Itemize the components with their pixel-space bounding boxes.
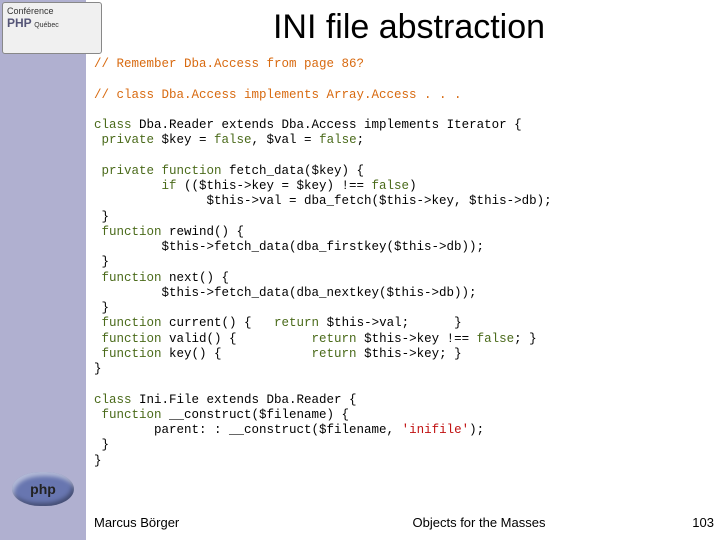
code-keyword: false [372, 179, 410, 193]
code-text: ) [409, 179, 417, 193]
conference-logo-top: Conférence [7, 6, 54, 16]
code-text: next() { [169, 271, 229, 285]
php-logo-text: php [30, 481, 56, 497]
code-text: ); [469, 423, 484, 437]
code-comment: // class Dba.Access implements Array.Acc… [94, 88, 462, 102]
code-text: } [94, 210, 714, 225]
code-keyword: false [477, 332, 515, 346]
code-block: // Remember Dba.Access from page 86? // … [94, 57, 714, 469]
conference-logo-region: Québec [34, 22, 59, 29]
code-text: __construct($filename) { [169, 408, 349, 422]
slide-content: INI file abstraction // Remember Dba.Acc… [94, 0, 714, 469]
code-text: Dba.Reader extends Dba.Access implements… [139, 118, 522, 132]
code-text: ; } [514, 332, 537, 346]
code-text: rewind() { [169, 225, 244, 239]
code-keyword: private [94, 133, 162, 147]
code-keyword: function [94, 347, 169, 361]
code-keyword: private function [94, 164, 229, 178]
code-keyword: function [94, 225, 169, 239]
code-text: $this->val; } [327, 316, 462, 330]
code-keyword: return [312, 332, 365, 346]
code-keyword: return [274, 316, 327, 330]
code-string: 'inifile' [402, 423, 470, 437]
code-keyword: class [94, 118, 139, 132]
code-comment: // Remember Dba.Access from page 86? [94, 57, 364, 71]
code-text: current() { [169, 316, 274, 330]
footer-author: Marcus Börger [94, 515, 304, 530]
code-keyword: false [214, 133, 252, 147]
code-keyword: function [94, 332, 169, 346]
code-text: $this->key; } [364, 347, 462, 361]
code-keyword: false [319, 133, 357, 147]
code-keyword: function [94, 271, 169, 285]
code-text: $this->key !== [364, 332, 477, 346]
code-text: } [94, 438, 714, 453]
footer-title: Objects for the Masses [304, 515, 654, 530]
code-text: (($this->key = $key) !== [184, 179, 372, 193]
code-text: ; [357, 133, 365, 147]
code-text: key() { [169, 347, 312, 361]
conference-logo-main: PHP [7, 16, 32, 30]
code-keyword: return [312, 347, 365, 361]
slide-footer: Marcus Börger Objects for the Masses 103 [94, 515, 714, 530]
php-logo: php [12, 472, 74, 506]
code-text: } [94, 301, 714, 316]
code-text: $key = [162, 133, 215, 147]
code-text: parent: : __construct($filename, [94, 423, 402, 437]
code-keyword: if [94, 179, 184, 193]
code-text: } [94, 454, 714, 469]
footer-page: 103 [654, 515, 714, 530]
code-text: $this->fetch_data(dba_firstkey($this->db… [94, 240, 714, 255]
code-text: valid() { [169, 332, 312, 346]
code-text: } [94, 255, 714, 270]
slide-title: INI file abstraction [104, 8, 714, 47]
code-keyword: class [94, 393, 139, 407]
code-text: } [94, 362, 714, 377]
slide-sidebar [0, 0, 86, 540]
code-keyword: function [94, 408, 169, 422]
conference-logo: Conférence PHP Québec [2, 2, 102, 54]
code-text: $this->fetch_data(dba_nextkey($this->db)… [94, 286, 714, 301]
code-text: fetch_data($key) { [229, 164, 364, 178]
code-text: $this->val = dba_fetch($this->key, $this… [94, 194, 714, 209]
code-text: Ini.File extends Dba.Reader { [139, 393, 357, 407]
code-text: , $val = [252, 133, 320, 147]
code-keyword: function [94, 316, 169, 330]
